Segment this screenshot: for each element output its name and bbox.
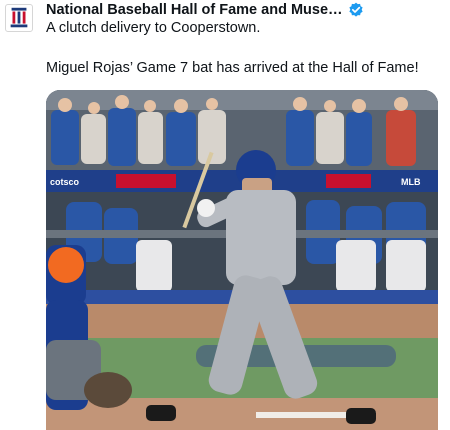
svg-text:cotsco: cotsco (50, 177, 80, 187)
post-header: National Baseball Hall of Fame and Muse… (46, 0, 364, 20)
svg-text:MLB: MLB (401, 177, 421, 187)
baseball-batter-image: cotsco Rogers Rogers MLB (46, 90, 438, 430)
post-text-line-1: A clutch delivery to Cooperstown. (46, 20, 261, 36)
hall-of-fame-logo-icon[interactable] (5, 4, 33, 32)
verified-badge-icon (348, 2, 364, 18)
account-display-name[interactable]: National Baseball Hall of Fame and Muse… (46, 2, 343, 18)
post-media-video[interactable]: cotsco Rogers Rogers MLB (46, 90, 438, 430)
post-text-line-2: Miguel Rojas’ Game 7 bat has arrived at … (46, 60, 419, 76)
